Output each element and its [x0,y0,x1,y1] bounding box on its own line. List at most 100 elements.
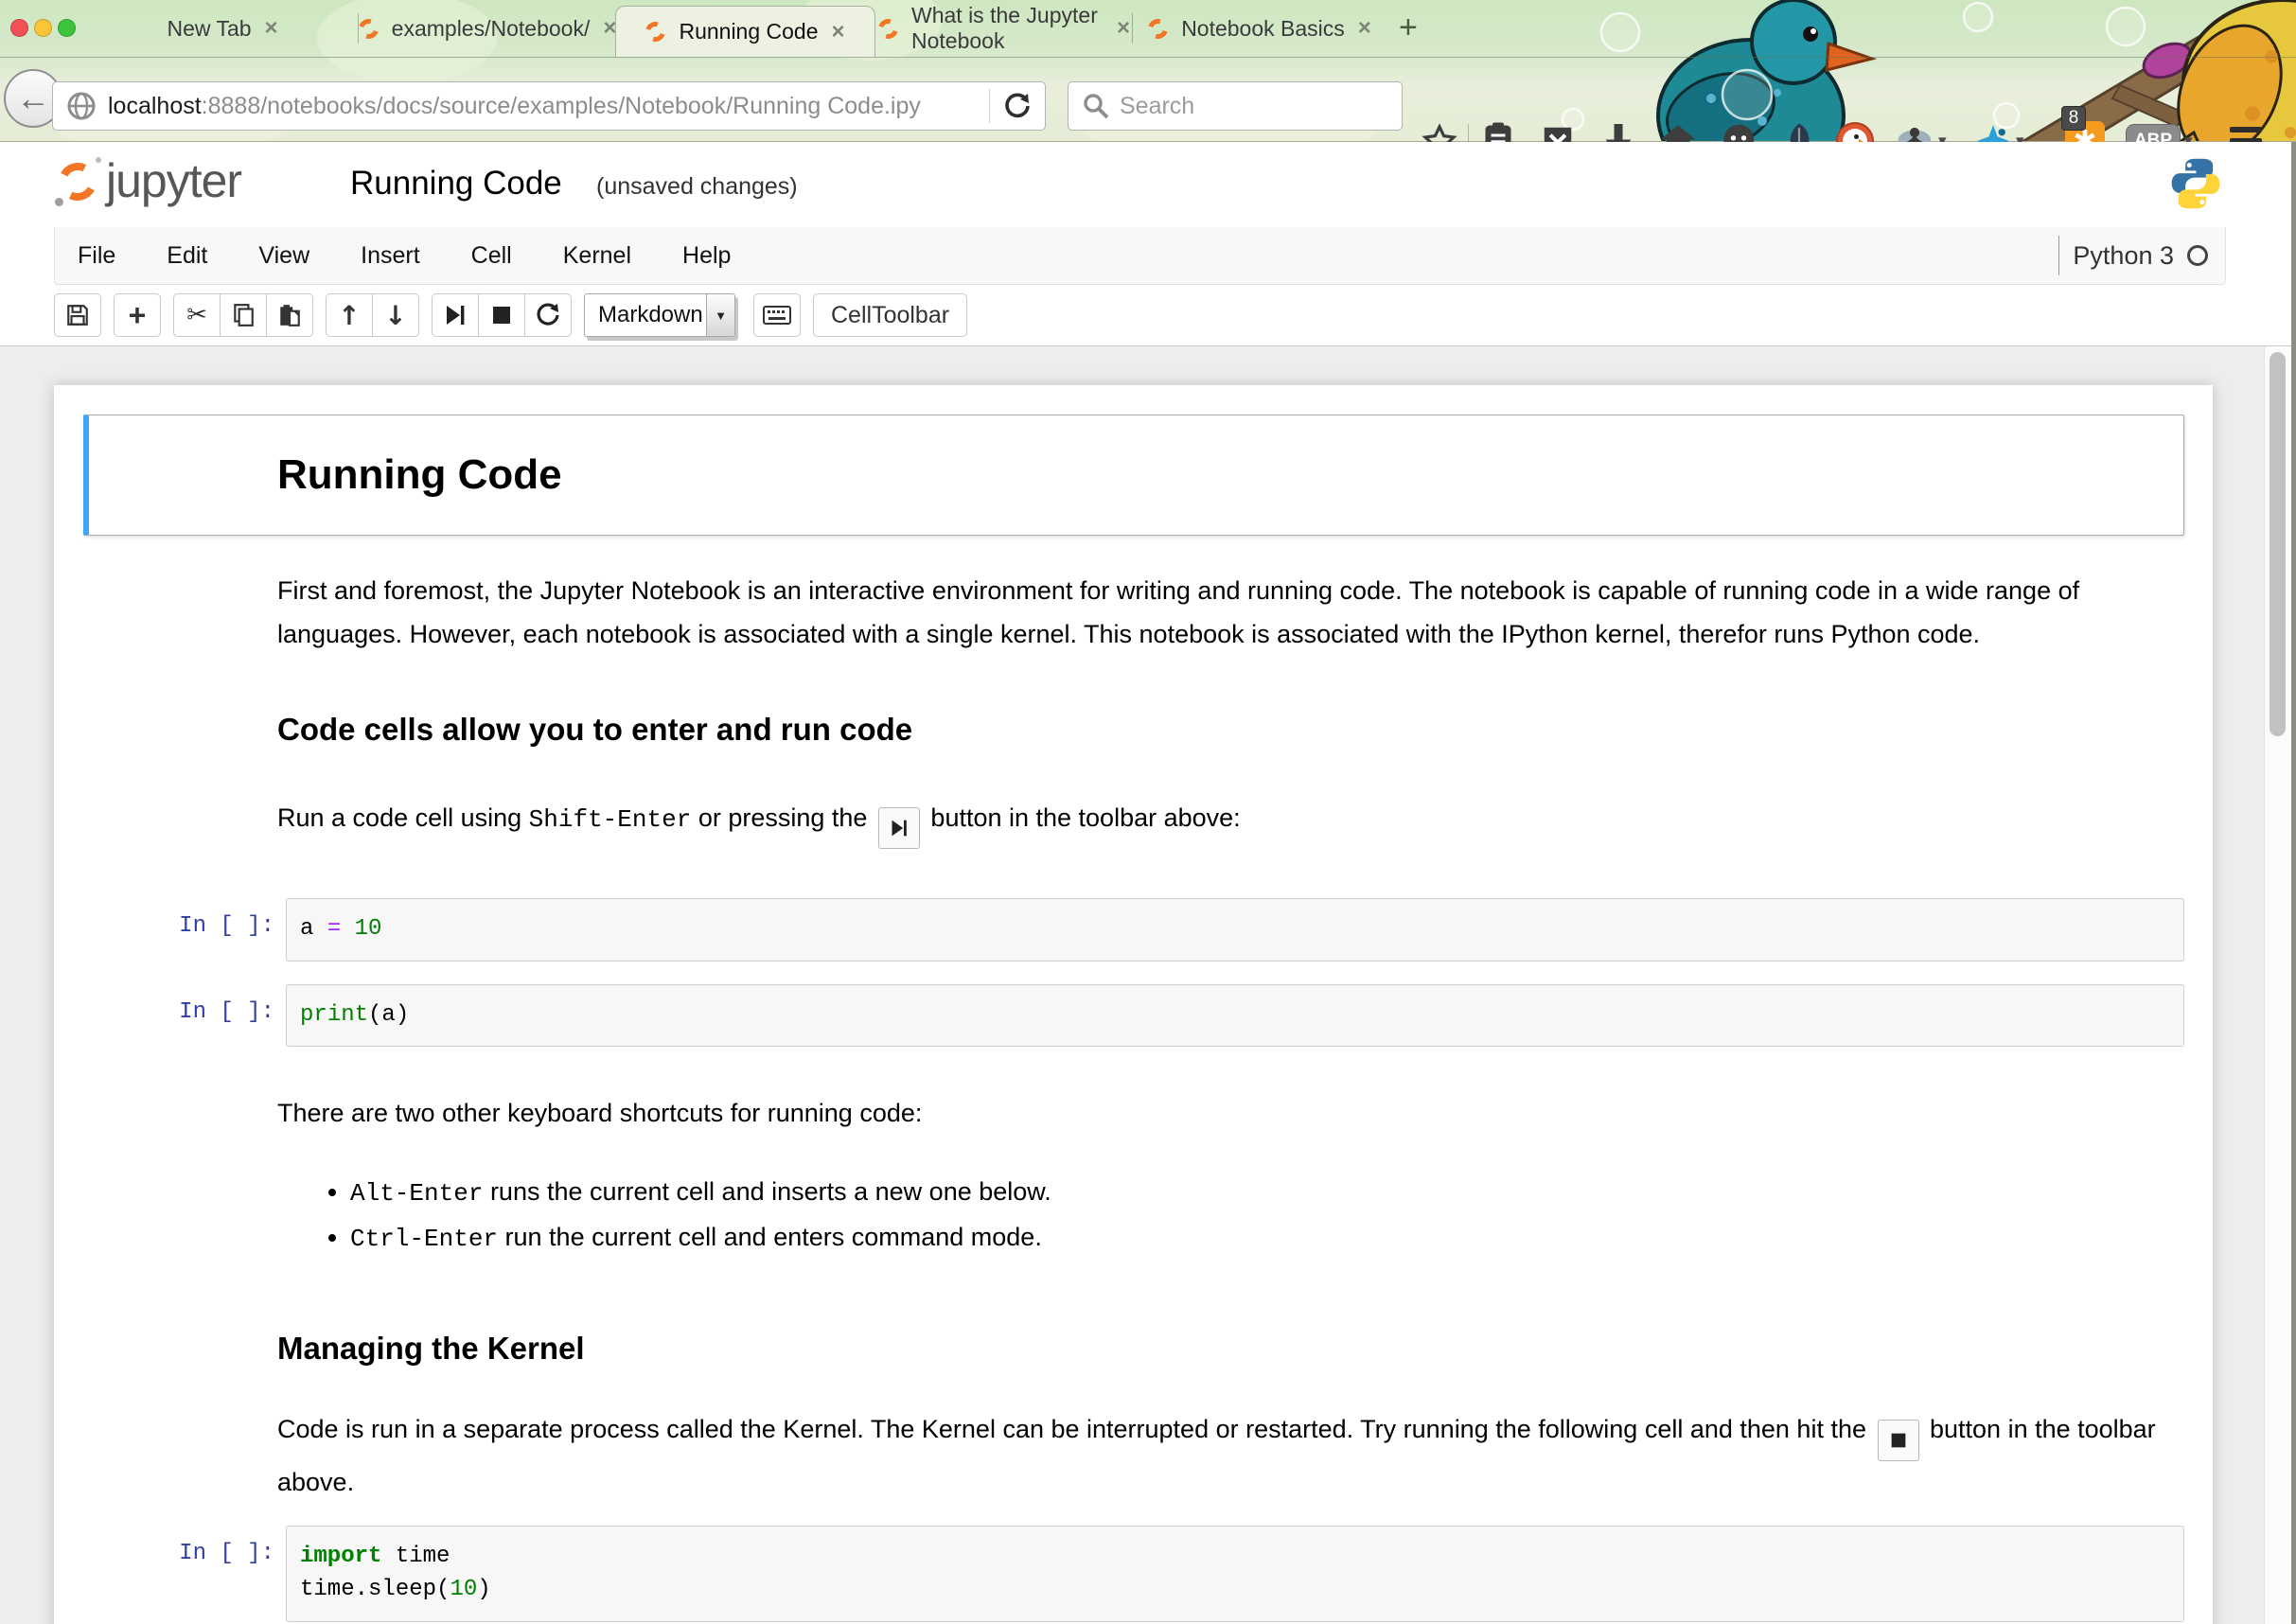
code-cell-1[interactable]: In [ ]: a = 10 [83,898,2184,962]
code-token: time.sleep( [300,1577,450,1602]
menu-kernel[interactable]: Kernel [538,242,657,270]
ctrl-enter-code: Ctrl-Enter [350,1225,498,1253]
tab-bar: New Tab × examples/Notebook/ × Running C… [0,0,2296,57]
download-arrow-icon [1601,122,1635,142]
toolbar-row: + ✂ ↑ [0,286,2296,346]
hello-chat-button[interactable] [1721,123,1757,142]
keyboard-icon [763,304,791,327]
kernel-paragraph[interactable]: Code is run in a separate process called… [277,1408,2169,1505]
code-cell-3[interactable]: In [ ]: import timetime.sleep(10) [83,1526,2184,1622]
lightbeam-extension-button[interactable]: ▾ [1974,123,2024,142]
reload-button[interactable] [989,89,1045,123]
chevron-down-icon[interactable]: ▾ [1938,132,1947,142]
reading-list-button[interactable] [1481,122,1515,142]
restart-kernel-button[interactable] [524,293,572,337]
tab-close-icon[interactable]: × [265,15,278,42]
cell-type-select[interactable]: Markdown ▼ [584,293,735,337]
tab-close-icon[interactable]: × [1117,15,1130,42]
tab-what-is-jupyter[interactable]: What is the Jupyter Notebook × [878,0,1130,57]
run-icon [444,304,467,327]
menu-hamburger-button[interactable] [2230,127,2262,142]
url-bar[interactable]: localhost:8888/notebooks/docs/source/exa… [52,81,1046,131]
save-button[interactable] [54,293,101,337]
section-heading-kernel[interactable]: Managing the Kernel [277,1331,2184,1367]
input-prompt: In [ ]: [83,1526,286,1566]
pocket-button[interactable] [1540,123,1576,142]
addon-count-badge: 8 [2061,106,2086,131]
tab-examples-notebook[interactable]: examples/Notebook/ × [362,0,613,57]
notebook-title[interactable]: Running Code [350,165,562,203]
jupyter-header: jupyter Running Code (unsaved changes) [0,142,2296,227]
run-cell-button[interactable] [432,293,479,337]
bullet-text: run the current cell and enters command … [498,1223,1042,1251]
tab-notebook-basics[interactable]: Notebook Basics × [1136,0,1384,57]
shift-enter-code: Shift-Enter [529,805,692,834]
tab-running-code-active[interactable]: Running Code × [615,6,875,57]
copy-cell-button[interactable] [220,293,267,337]
menu-view[interactable]: View [233,242,335,270]
chevron-down-icon[interactable]: ▾ [2184,132,2193,142]
page-scrollbar-track[interactable] [2264,346,2291,1624]
run-instruction-line[interactable]: Run a code cell using Shift-Enter or pre… [277,797,2169,849]
intro-paragraph[interactable]: First and foremost, the Jupyter Notebook… [277,570,2169,657]
select-dropdown-arrow-icon[interactable]: ▼ [706,294,734,336]
window-right-edge [2291,142,2296,1624]
new-tab-button[interactable]: + [1399,11,1418,44]
code-token: print [300,1002,368,1028]
tab-label: Running Code [679,19,818,44]
paste-icon [277,303,302,327]
url-path: :8888/notebooks/docs/source/examples/Not… [202,93,921,120]
adblock-plus-button[interactable]: ABP ▾ [2126,124,2193,142]
code-input-area[interactable]: import timetime.sleep(10) [286,1526,2184,1622]
chevron-down-icon[interactable]: ▾ [2016,132,2024,142]
duckduckgo-button[interactable] [1836,122,1874,142]
fly-extension-button[interactable]: ▾ [1895,123,1947,142]
quill-extension-button[interactable] [1783,122,1815,142]
menu-cell[interactable]: Cell [446,242,538,270]
tab-label: New Tab [167,16,251,42]
bookmark-star-button[interactable] [1422,123,1457,142]
notebook-container: Running Code First and foremost, the Jup… [54,385,2213,1624]
code-cell-2[interactable]: In [ ]: print(a) [83,984,2184,1048]
paste-cell-button[interactable] [266,293,313,337]
selected-markdown-cell[interactable]: Running Code [83,415,2184,536]
addon-asterisk-button[interactable]: ✱ 8 [2065,121,2105,142]
move-cell-up-button[interactable]: ↑ [326,293,373,337]
duckduckgo-icon [1836,122,1874,142]
kernel-indicator-zone: Python 3 [2058,236,2225,275]
pocket-icon [1540,123,1576,142]
url-host: localhost [108,93,202,120]
tab-close-icon[interactable]: × [1358,15,1371,42]
search-box[interactable] [1068,81,1403,131]
move-cell-down-button[interactable]: ↓ [372,293,419,337]
jupyter-favicon-icon [874,15,901,42]
interrupt-kernel-button[interactable] [478,293,525,337]
shortcuts-intro[interactable]: There are two other keyboard shortcuts f… [277,1092,2169,1136]
downloads-button[interactable] [1601,122,1635,142]
code-input-area[interactable]: print(a) [286,984,2184,1048]
menu-file[interactable]: File [55,242,141,270]
cell-toolbar-button[interactable]: CellToolbar [813,293,967,337]
jupyter-logo-icon [57,161,98,203]
insert-cell-below-button[interactable]: + [114,293,161,337]
menu-insert[interactable]: Insert [335,242,446,270]
command-palette-button[interactable] [753,293,801,337]
stop-icon [491,305,512,326]
shortcuts-list[interactable]: Alt-Enter runs the current cell and inse… [350,1170,2184,1261]
jupyter-logo[interactable]: jupyter [57,157,241,204]
page-scrollbar-thumb[interactable] [2270,352,2286,736]
menu-edit[interactable]: Edit [141,242,233,270]
search-input[interactable] [1120,93,1356,120]
tab-new-tab[interactable]: New Tab × [90,0,355,57]
zoom-window-button[interactable] [58,19,76,37]
menu-help[interactable]: Help [657,242,756,270]
cut-cell-button[interactable]: ✂ [173,293,221,337]
minimize-window-button[interactable] [34,19,52,37]
section-heading-code-cells[interactable]: Code cells allow you to enter and run co… [277,712,2184,748]
code-input-area[interactable]: a = 10 [286,898,2184,962]
jupyter-favicon-icon [643,18,669,44]
close-window-button[interactable] [10,19,28,37]
tab-close-icon[interactable]: × [832,19,845,45]
run-line-pre: Run a code cell using [277,803,529,832]
home-button[interactable] [1659,123,1697,142]
